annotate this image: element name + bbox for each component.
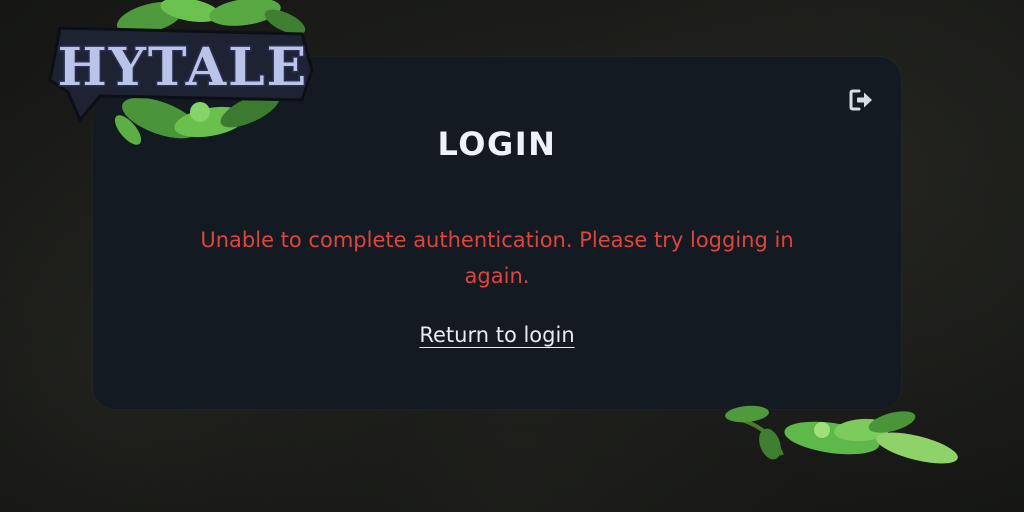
svg-text:HYTALE: HYTALE xyxy=(58,37,309,98)
error-message: Unable to complete authentication. Pleas… xyxy=(200,228,794,288)
return-link-container: Return to login xyxy=(93,323,901,347)
decorative-leaves xyxy=(725,405,958,464)
logout-button[interactable] xyxy=(847,87,877,113)
return-to-login-link[interactable]: Return to login xyxy=(419,323,574,347)
hytale-logo: HYTALE xyxy=(48,0,314,145)
sign-out-icon xyxy=(849,89,872,111)
